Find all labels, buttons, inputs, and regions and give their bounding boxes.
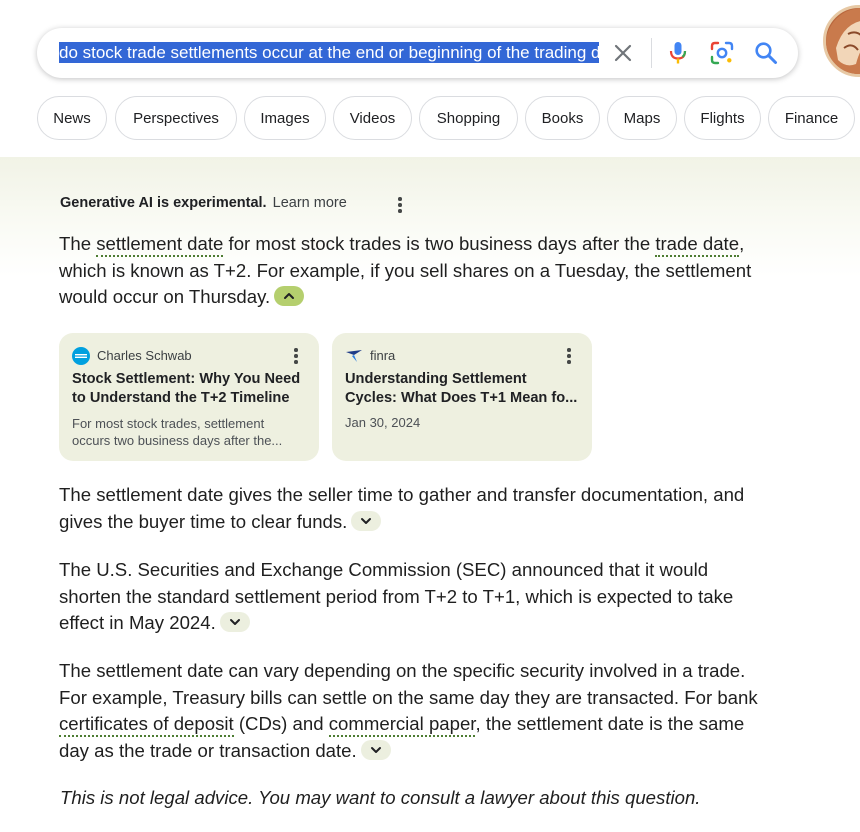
learn-more-link[interactable]: Learn more bbox=[273, 195, 347, 211]
expand-sources-toggle[interactable] bbox=[351, 510, 382, 531]
chip-shopping[interactable]: Shopping bbox=[419, 96, 518, 140]
term-commercial-paper[interactable]: commercial paper bbox=[328, 713, 476, 737]
chevron-down-icon bbox=[229, 619, 240, 626]
legal-disclaimer: This is not legal advice. You may want t… bbox=[60, 787, 701, 808]
search-query-text: do stock trade settlements occur at the … bbox=[59, 42, 599, 63]
chip-images[interactable]: Images bbox=[244, 96, 326, 140]
chip-news[interactable]: News bbox=[37, 96, 107, 140]
clear-icon[interactable] bbox=[611, 41, 635, 65]
term-settlement-date[interactable]: settlement date bbox=[96, 233, 224, 257]
search-box[interactable]: do stock trade settlements occur at the … bbox=[37, 28, 798, 78]
source-name: Charles Schwab bbox=[97, 348, 192, 363]
chip-label: Images bbox=[260, 109, 310, 127]
search-input[interactable]: do stock trade settlements occur at the … bbox=[59, 41, 599, 65]
chevron-down-icon bbox=[361, 517, 372, 524]
chevron-up-icon bbox=[284, 293, 295, 300]
experimental-label: Generative AI is experimental. bbox=[60, 195, 267, 211]
ai-experimental-header: Generative AI is experimental. Learn mor… bbox=[60, 195, 347, 211]
collapse-sources-toggle[interactable] bbox=[274, 286, 305, 307]
finra-logo bbox=[345, 347, 363, 365]
chip-label: Videos bbox=[349, 109, 396, 127]
chevron-down-icon bbox=[370, 746, 381, 753]
more-vert-icon[interactable] bbox=[567, 348, 571, 364]
source-snippet: For most stock trades, settlement occurs… bbox=[72, 416, 283, 448]
chip-label: Finance bbox=[784, 109, 839, 127]
expand-sources-toggle[interactable] bbox=[360, 739, 391, 760]
chip-books[interactable]: Books bbox=[525, 96, 600, 140]
chip-label: Maps bbox=[623, 109, 661, 127]
source-name: finra bbox=[370, 348, 396, 363]
text-run: The settlement date gives the seller tim… bbox=[59, 484, 745, 532]
overview-paragraph-3: The U.S. Securities and Exchange Commiss… bbox=[59, 557, 759, 637]
source-title[interactable]: Understanding Settlement Cycles: What Do… bbox=[345, 370, 581, 408]
source-card-schwab[interactable]: Charles Schwab Stock Settlement: Why You… bbox=[59, 333, 319, 461]
chip-label: Books bbox=[541, 109, 584, 127]
source-title[interactable]: Stock Settlement: Why You Need to Unders… bbox=[72, 370, 308, 408]
text-run: The settlement date can vary depending o… bbox=[59, 660, 758, 708]
chip-videos[interactable]: Videos bbox=[333, 96, 412, 140]
overview-paragraph-4: The settlement date can vary depending o… bbox=[59, 658, 759, 764]
overview-paragraph-2: The settlement date gives the seller tim… bbox=[59, 482, 759, 535]
search-icon[interactable] bbox=[753, 40, 779, 66]
chip-label: Flights bbox=[700, 109, 745, 127]
chip-finance[interactable]: Finance bbox=[768, 96, 855, 140]
chip-maps[interactable]: Maps bbox=[607, 96, 677, 140]
search-divider bbox=[651, 38, 652, 68]
text-run: The bbox=[59, 233, 97, 254]
chip-label: Shopping bbox=[436, 109, 501, 127]
source-card-finra[interactable]: finra Understanding Settlement Cycles: W… bbox=[332, 333, 592, 461]
chip-label: News bbox=[53, 109, 91, 127]
chip-label: Perspectives bbox=[133, 109, 219, 127]
more-vert-icon[interactable] bbox=[398, 197, 402, 213]
text-run: The U.S. Securities and Exchange Commiss… bbox=[59, 559, 734, 633]
microphone-icon[interactable] bbox=[666, 40, 690, 66]
charles-schwab-logo bbox=[72, 347, 90, 365]
expand-sources-toggle[interactable] bbox=[219, 612, 250, 633]
chip-flights[interactable]: Flights bbox=[684, 96, 761, 140]
text-run: (CDs) and bbox=[233, 713, 329, 734]
overview-paragraph-1: The settlement date for most stock trade… bbox=[59, 231, 759, 311]
account-avatar[interactable] bbox=[823, 5, 860, 77]
term-certificates-of-deposit[interactable]: certificates of deposit bbox=[59, 713, 234, 737]
more-vert-icon[interactable] bbox=[294, 348, 298, 364]
text-run: for most stock trades is two business da… bbox=[223, 233, 656, 254]
google-lens-icon[interactable] bbox=[709, 40, 735, 66]
chip-perspectives[interactable]: Perspectives bbox=[115, 96, 237, 140]
term-trade-date[interactable]: trade date bbox=[655, 233, 740, 257]
source-date: Jan 30, 2024 bbox=[345, 415, 421, 430]
